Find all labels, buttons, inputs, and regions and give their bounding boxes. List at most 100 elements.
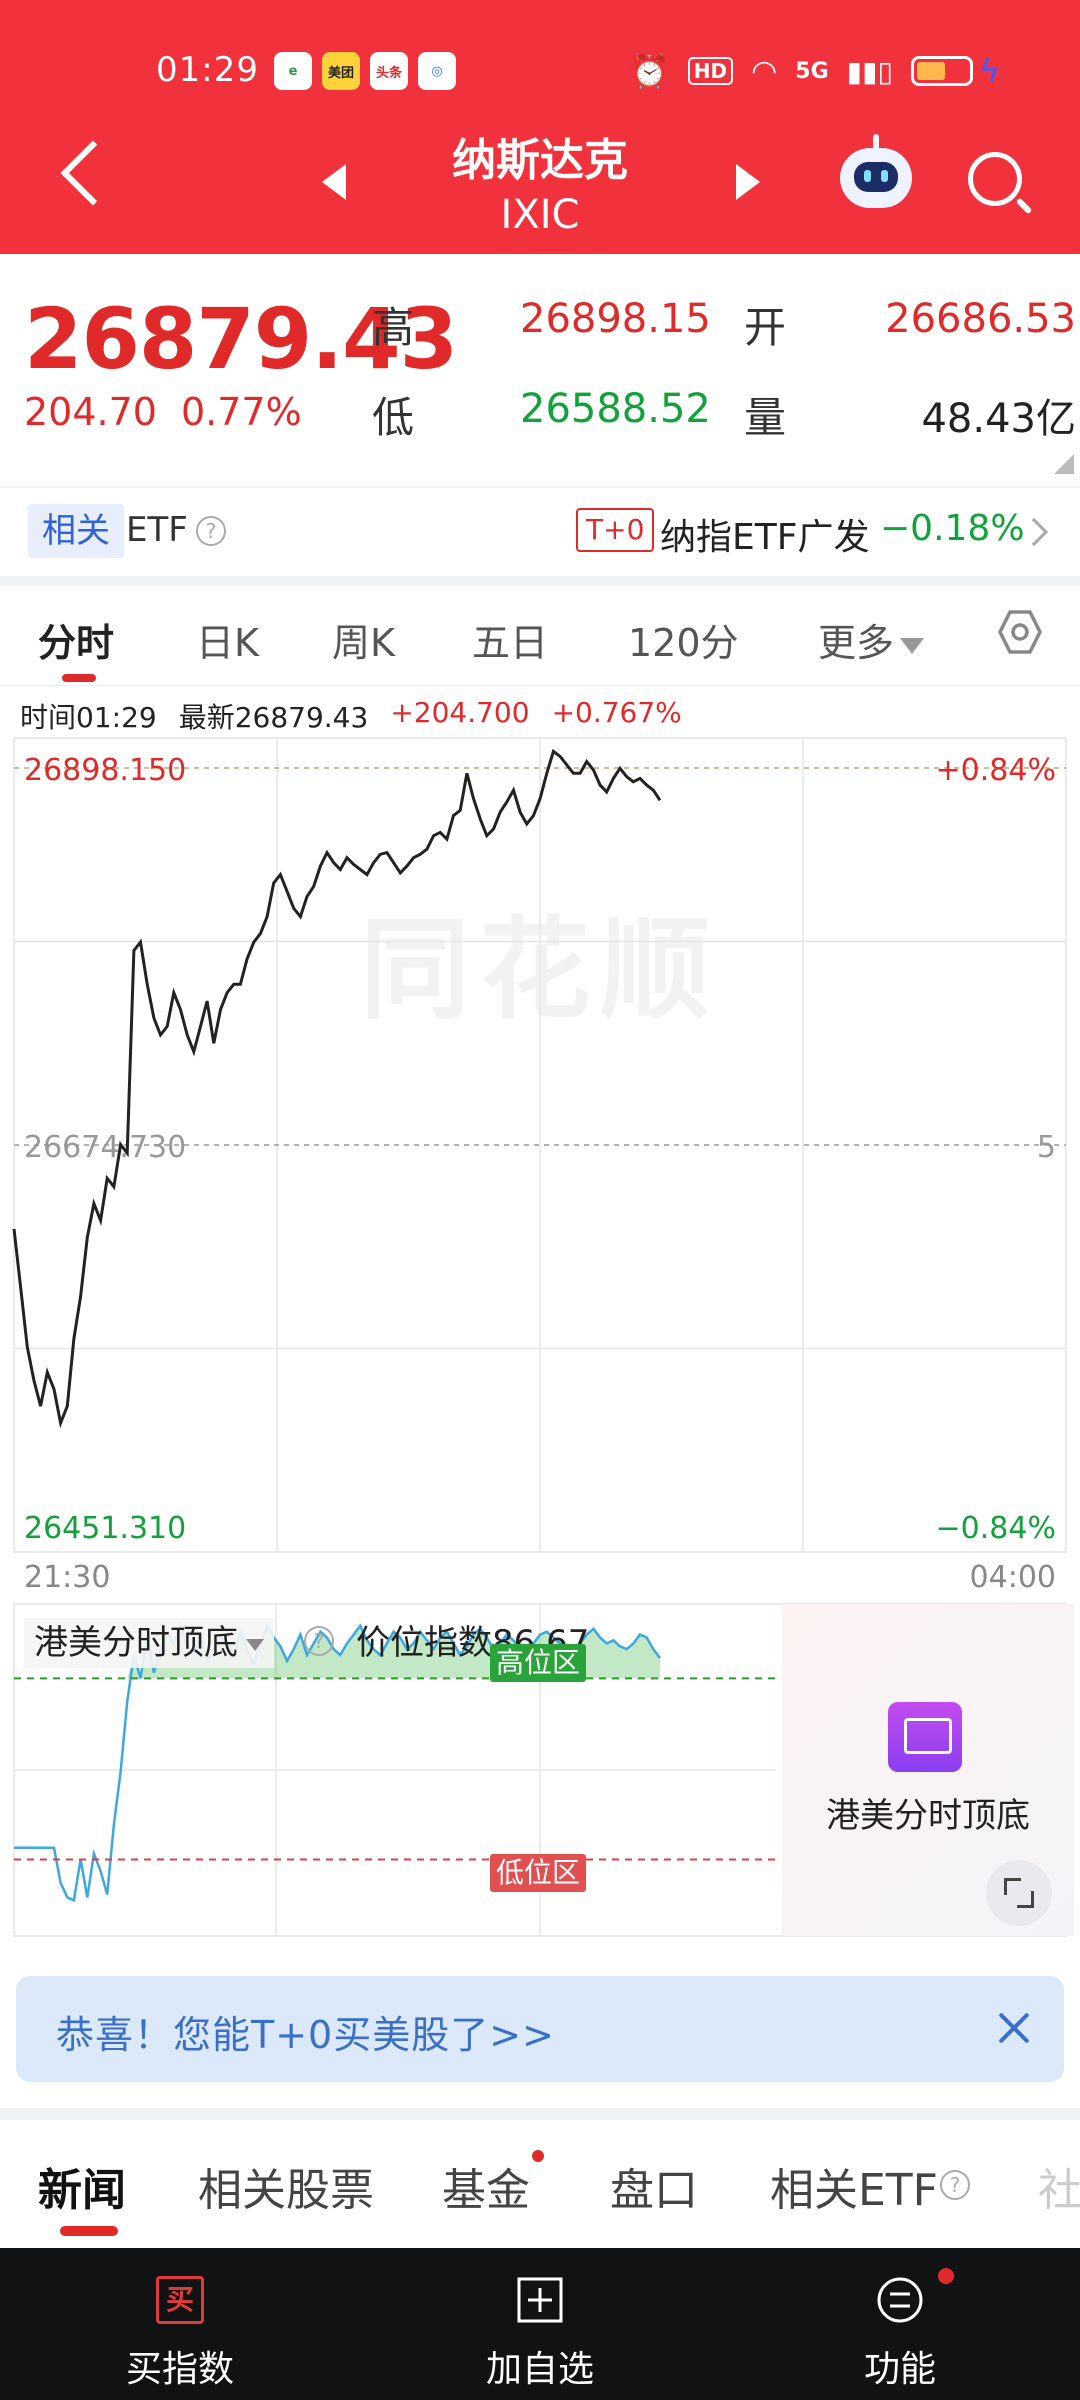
tab-order-book[interactable]: 盘口 — [610, 2154, 698, 2218]
tab-community-partial[interactable]: 社 — [1038, 2154, 1080, 2218]
info-change-pct: +0.767% — [551, 696, 682, 729]
change-value: 204.70 — [24, 390, 157, 434]
open-value: 26686.53 — [885, 296, 1076, 342]
alarm-icon: ⏰ — [629, 52, 670, 90]
price-line — [12, 748, 662, 1429]
low-label: 低 — [372, 393, 415, 442]
volume-value: 48.43亿 — [921, 396, 1076, 442]
quote-panel: 26879.43 204.70 0.77% 高 26898.15 低 26588.… — [0, 254, 1080, 486]
indicator-chart-icon — [888, 1702, 962, 1772]
chevron-down-icon — [900, 637, 925, 654]
tab-news[interactable]: 新闻 — [38, 2154, 126, 2218]
related-tag: 相关 — [28, 504, 124, 558]
tab-related-etf[interactable]: 相关ETF — [770, 2154, 938, 2218]
etf-fund-name[interactable]: 纳指ETF广发 — [660, 508, 869, 560]
pct-bottom-label: −0.84% — [936, 1511, 1056, 1546]
section-gap — [0, 2108, 1080, 2120]
tab-intraday[interactable]: 分时 — [38, 612, 114, 667]
news-tabs: 新闻 相关股票 基金 盘口 相关ETF ? 社 — [0, 2120, 1080, 2240]
buy-icon: 买 — [156, 2276, 204, 2324]
tab-related-stocks[interactable]: 相关股票 — [198, 2154, 374, 2218]
etf-fund-change: −0.18% — [880, 508, 1025, 549]
change-percent: 0.77% — [180, 390, 302, 434]
y-bottom-label: 26451.310 — [24, 1511, 186, 1546]
functions-button[interactable]: 功能 — [780, 2248, 1020, 2400]
tab-more[interactable]: 更多 — [818, 612, 925, 667]
low-zone-tag: 低位区 — [490, 1854, 587, 1892]
promo-label: 港美分时顶底 — [826, 1796, 1030, 1836]
chart-crosshair-info: 时间01:29 最新26879.43 +204.700 +0.767% — [20, 696, 682, 736]
tab-120min[interactable]: 120分 — [628, 612, 739, 667]
bottom-action-bar: 买 买指数 加自选 功能 — [0, 2248, 1080, 2400]
related-etf-bar[interactable]: 相关 ETF ? T+0 纳指ETF广发 −0.18% — [0, 488, 1080, 576]
chart-tabs: 分时 日K 周K 五日 120分 更多 — [0, 586, 1080, 686]
app-notify-icon: e — [274, 52, 312, 90]
toutiao-icon: 头条 — [370, 52, 408, 90]
robot-eyes — [864, 170, 888, 182]
tab-daily-k[interactable]: 日K — [196, 612, 259, 667]
info-time: 时间01:29 — [20, 701, 157, 734]
help-icon[interactable]: ? — [196, 516, 226, 546]
t0-badge: T+0 — [576, 508, 655, 552]
chevron-down-icon — [246, 1638, 264, 1651]
x-start-label: 21:30 — [24, 1560, 111, 1595]
index-code: IXIC — [500, 192, 580, 238]
signal-bars-icon: ▮▮▯ — [846, 54, 893, 88]
watermark-logo: 同花顺 — [360, 906, 720, 1034]
x-end-label: 04:00 — [969, 1560, 1056, 1595]
open-label: 开 — [744, 303, 787, 352]
status-app-icons: e 美团 头条 ◎ — [274, 52, 456, 90]
y-mid-label: 26674.730 — [24, 1130, 186, 1165]
functions-label: 功能 — [863, 2349, 936, 2390]
menu-icon — [877, 2277, 923, 2323]
volume-label: 量 — [744, 393, 787, 442]
browser-icon: ◎ — [418, 52, 456, 90]
search-icon[interactable] — [968, 152, 1022, 206]
buy-index-button[interactable]: 买 买指数 — [60, 2248, 300, 2400]
add-icon — [517, 2277, 563, 2323]
spacer — [0, 1942, 1080, 1950]
index-name: 纳斯达克 — [452, 135, 628, 186]
y-top-label: 26898.150 — [24, 753, 186, 788]
notification-dot — [938, 2268, 954, 2284]
next-index-icon[interactable] — [736, 164, 760, 200]
notification-dot — [532, 2150, 544, 2162]
battery-icon — [910, 56, 973, 86]
tab-five-day[interactable]: 五日 — [472, 612, 548, 667]
charging-icon: ϟ — [978, 52, 1000, 90]
pct-top-label: +0.84% — [936, 753, 1056, 788]
indicator-title: 港美分时顶底 — [34, 1623, 238, 1663]
hd-badge: HD — [687, 57, 734, 85]
signal-5g-icon: 5G — [795, 58, 829, 84]
promo-banner[interactable]: 恭喜！您能T+0买美股了>> — [16, 1976, 1064, 2082]
tab-active-indicator — [62, 674, 96, 682]
buy-index-label: 买指数 — [125, 2349, 234, 2390]
tab-weekly-k[interactable]: 周K — [332, 612, 395, 667]
app-header: 01:29 e 美团 头条 ◎ ⏰ HD ◠ 5G ▮▮▯ ϟ 纳斯达克 IXI… — [0, 0, 1080, 254]
chart-grid — [13, 737, 1067, 1553]
expand-corner-icon[interactable] — [1054, 454, 1074, 474]
indicator-help-icon[interactable]: ? — [304, 1626, 334, 1656]
tab-funds[interactable]: 基金 — [442, 2154, 530, 2218]
etf-label: ETF — [126, 510, 188, 550]
close-icon[interactable] — [996, 2010, 1032, 2046]
fullscreen-icon[interactable] — [986, 1860, 1052, 1926]
wifi-icon: ◠ — [751, 53, 778, 89]
info-latest: 最新26879.43 — [178, 701, 369, 734]
etf-help-icon[interactable]: ? — [940, 2170, 970, 2200]
high-label: 高 — [372, 303, 415, 352]
chart-settings-icon[interactable] — [996, 608, 1044, 656]
pct-mid-label: 5 — [1037, 1130, 1056, 1165]
price-change: 204.70 0.77% — [24, 390, 302, 434]
indicator-selector[interactable]: 港美分时顶底 — [24, 1618, 274, 1668]
high-zone-tag: 高位区 — [490, 1644, 587, 1682]
indicator-promo-panel[interactable]: 港美分时顶底 — [782, 1604, 1074, 1936]
banner-text: 恭喜！您能T+0买美股了>> — [56, 2013, 555, 2057]
high-value: 26898.15 — [520, 296, 711, 342]
add-watchlist-label: 加自选 — [485, 2349, 594, 2390]
status-indicators: ⏰ HD ◠ 5G ▮▮▯ ϟ — [630, 52, 1000, 90]
meituan-icon: 美团 — [322, 52, 360, 90]
info-change: +204.700 — [390, 696, 530, 729]
tab-more-label: 更多 — [818, 621, 895, 665]
add-watchlist-button[interactable]: 加自选 — [420, 2248, 660, 2400]
